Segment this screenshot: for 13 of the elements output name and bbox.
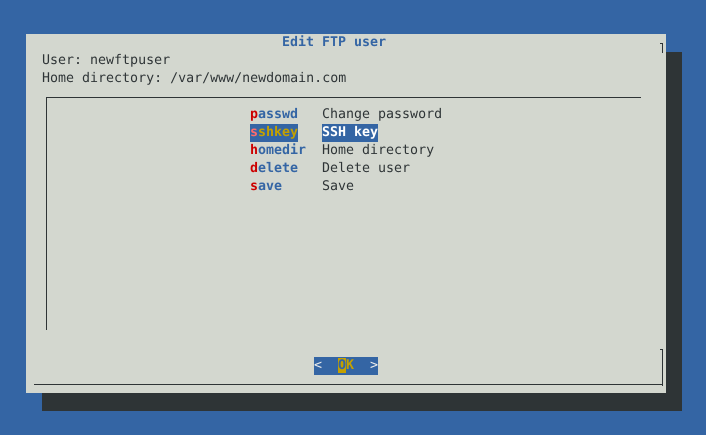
menu-item-tag[interactable]: delete [250, 160, 306, 178]
menu-item-tag[interactable]: homedir [250, 142, 306, 160]
ok-button[interactable]: < OK > [314, 357, 378, 375]
menu-item-description[interactable]: Save [322, 178, 354, 196]
dialog-title: Edit FTP user [281, 34, 386, 52]
info-text: User: newftpuser [42, 52, 170, 70]
menu-item-tag[interactable]: save [250, 178, 306, 196]
menu-item-tag[interactable]: passwd [250, 106, 306, 124]
info-text: Home directory: /var/www/newdomain.com [42, 70, 346, 88]
menu-item-description[interactable]: Change password [322, 106, 442, 124]
menu-item-description[interactable]: Home directory [322, 142, 434, 160]
menu-item-description[interactable]: Delete user [322, 160, 410, 178]
menu-item-description[interactable]: SSH key [322, 124, 378, 142]
